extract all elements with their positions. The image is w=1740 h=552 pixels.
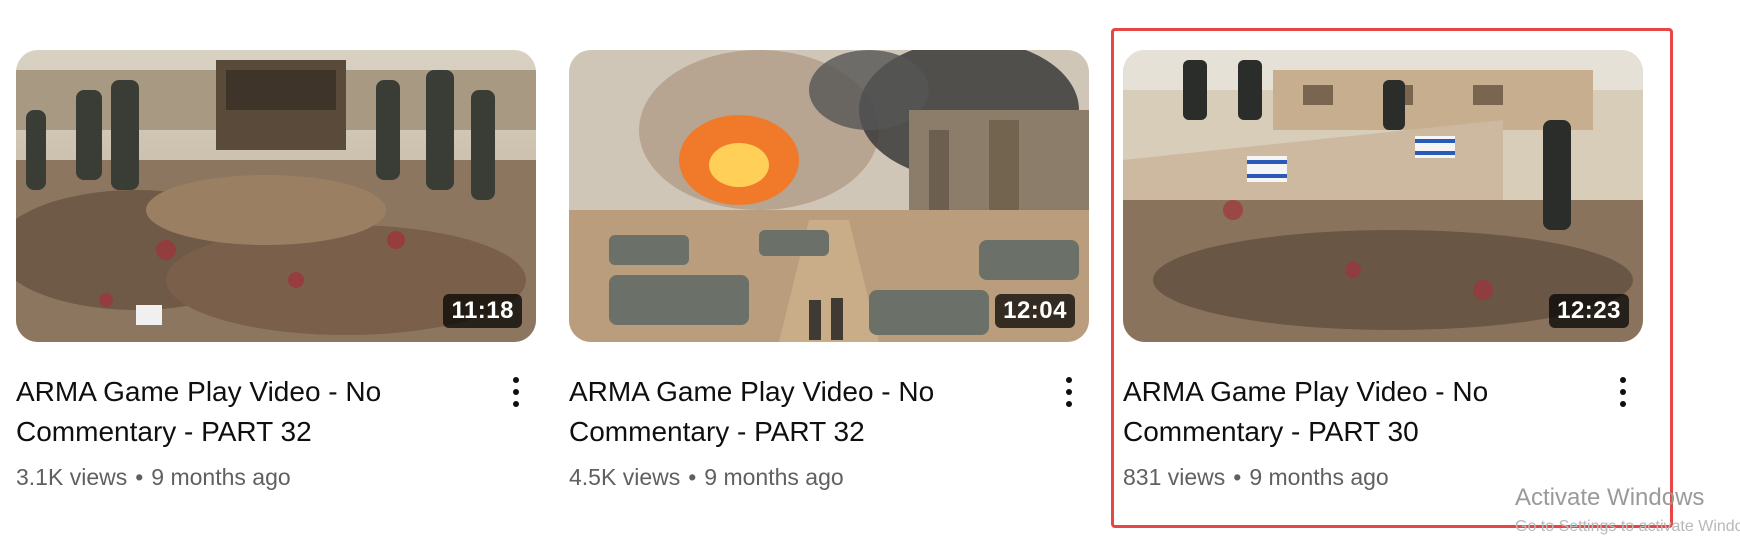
video-duration: 12:23 bbox=[1549, 294, 1629, 328]
video-grid: 11:18 ARMA Game Play Video - No Commenta… bbox=[0, 0, 1740, 552]
video-meta: ARMA Game Play Video - No Commentary - P… bbox=[1123, 372, 1643, 491]
video-stats: 3.1K views • 9 months ago bbox=[16, 464, 536, 491]
view-count: 831 views bbox=[1123, 464, 1226, 490]
video-title[interactable]: ARMA Game Play Video - No Commentary - P… bbox=[1123, 372, 1553, 452]
more-actions-icon[interactable] bbox=[504, 372, 528, 412]
upload-age: 9 months ago bbox=[151, 464, 291, 490]
separator: • bbox=[688, 464, 697, 490]
activate-windows-subtitle: Go to Settings to activate Windows. bbox=[1515, 518, 1740, 535]
upload-age: 9 months ago bbox=[1249, 464, 1389, 490]
video-stats: 4.5K views • 9 months ago bbox=[569, 464, 1089, 491]
video-title[interactable]: ARMA Game Play Video - No Commentary - P… bbox=[569, 372, 999, 452]
video-duration: 12:04 bbox=[995, 294, 1075, 328]
separator: • bbox=[135, 464, 144, 490]
video-thumbnail[interactable]: 12:23 bbox=[1123, 50, 1643, 342]
separator: • bbox=[1233, 464, 1242, 490]
video-meta: ARMA Game Play Video - No Commentary - P… bbox=[16, 372, 536, 491]
video-thumbnail[interactable]: 11:18 bbox=[16, 50, 536, 342]
more-actions-icon[interactable] bbox=[1057, 372, 1081, 412]
video-card-1[interactable]: 11:18 ARMA Game Play Video - No Commenta… bbox=[16, 50, 536, 491]
video-title[interactable]: ARMA Game Play Video - No Commentary - P… bbox=[16, 372, 446, 452]
video-card-3[interactable]: 12:23 ARMA Game Play Video - No Commenta… bbox=[1123, 50, 1643, 491]
view-count: 4.5K views bbox=[569, 464, 681, 490]
activate-windows-watermark: Activate Windows bbox=[1515, 484, 1705, 511]
video-meta: ARMA Game Play Video - No Commentary - P… bbox=[569, 372, 1089, 491]
video-card-2[interactable]: 12:04 ARMA Game Play Video - No Commenta… bbox=[569, 50, 1089, 491]
video-thumbnail[interactable]: 12:04 bbox=[569, 50, 1089, 342]
upload-age: 9 months ago bbox=[704, 464, 844, 490]
video-duration: 11:18 bbox=[443, 294, 522, 328]
more-actions-icon[interactable] bbox=[1611, 372, 1635, 412]
view-count: 3.1K views bbox=[16, 464, 128, 490]
